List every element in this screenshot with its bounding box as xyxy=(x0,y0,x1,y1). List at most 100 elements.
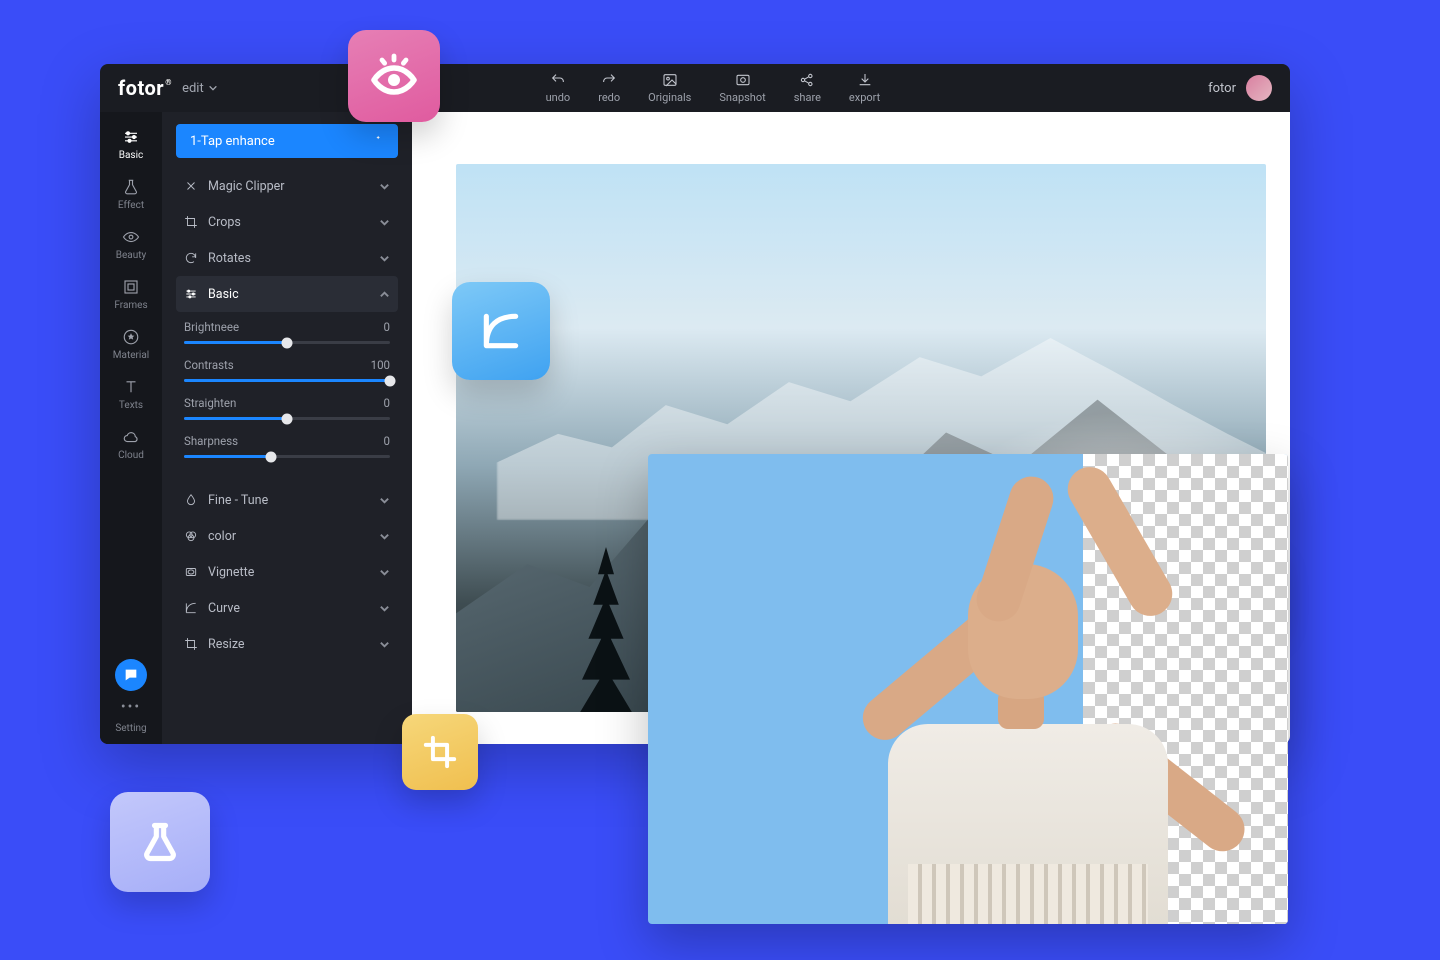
foreground-composite-card xyxy=(648,454,1288,924)
section-crops[interactable]: Crops xyxy=(176,204,398,240)
float-preview-card xyxy=(348,30,440,122)
sliders-icon xyxy=(122,128,140,146)
magic-wand-icon xyxy=(370,134,384,148)
slider-sharpness[interactable]: Sharpness 0 xyxy=(184,434,390,458)
snapshot-button[interactable]: Snapshot xyxy=(719,72,765,104)
section-curve[interactable]: Curve xyxy=(176,590,398,626)
chevron-down-icon xyxy=(379,253,390,264)
slider-value: 0 xyxy=(384,396,390,410)
slider-contrasts[interactable]: Contrasts 100 xyxy=(184,358,390,382)
chevron-down-icon xyxy=(379,217,390,228)
undo-label: undo xyxy=(546,91,571,104)
rail-material[interactable]: Material xyxy=(100,320,162,368)
camera-icon xyxy=(735,72,751,88)
slider-value: 100 xyxy=(371,358,390,372)
app-logo: fotor® xyxy=(118,76,164,100)
chevron-down-icon xyxy=(379,567,390,578)
frame-icon xyxy=(122,278,140,296)
rail-frames[interactable]: Frames xyxy=(100,270,162,318)
basic-sliders: Brightneee 0 Contrasts 100 xyxy=(176,312,398,482)
curve-icon xyxy=(479,309,523,353)
rail-beauty[interactable]: Beauty xyxy=(100,220,162,268)
redo-icon xyxy=(601,72,617,88)
section-label: Crops xyxy=(208,215,241,230)
export-label: export xyxy=(849,91,880,104)
crop-icon xyxy=(423,735,457,769)
export-button[interactable]: export xyxy=(849,72,880,104)
section-rotates[interactable]: Rotates xyxy=(176,240,398,276)
section-label: Magic Clipper xyxy=(208,179,285,194)
section-label: Basic xyxy=(208,287,239,302)
chevron-down-icon xyxy=(379,531,390,542)
section-color[interactable]: color xyxy=(176,518,398,554)
section-resize[interactable]: Resize xyxy=(176,626,398,662)
section-fine-tune[interactable]: Fine - Tune xyxy=(176,482,398,518)
edit-menu-label: edit xyxy=(182,81,204,96)
section-magic-clipper[interactable]: Magic Clipper xyxy=(176,168,398,204)
rail-bottom: ••• Setting xyxy=(100,659,162,734)
slider-value: 0 xyxy=(384,434,390,448)
rail-effect[interactable]: Effect xyxy=(100,170,162,218)
float-flask-card xyxy=(110,792,210,892)
slider-brightness[interactable]: Brightneee 0 xyxy=(184,320,390,344)
chat-icon xyxy=(123,667,139,683)
originals-button[interactable]: Originals xyxy=(648,72,691,104)
avatar xyxy=(1246,75,1272,101)
cloud-icon xyxy=(122,428,140,446)
section-label: Vignette xyxy=(208,565,254,580)
edit-panel: 1-Tap enhance Magic Clipper Crops Rotate… xyxy=(162,112,412,744)
color-icon xyxy=(184,529,198,543)
undo-icon xyxy=(550,72,566,88)
section-basic[interactable]: Basic xyxy=(176,276,398,312)
originals-label: Originals xyxy=(648,91,691,104)
section-label: Curve xyxy=(208,601,240,616)
float-crop-card xyxy=(402,714,478,790)
scissors-icon xyxy=(184,179,198,193)
user-label: fotor xyxy=(1208,81,1236,96)
one-tap-enhance-button[interactable]: 1-Tap enhance xyxy=(176,124,398,158)
enhance-label: 1-Tap enhance xyxy=(190,134,275,149)
redo-button[interactable]: redo xyxy=(598,72,620,104)
vignette-icon xyxy=(184,565,198,579)
flask-icon xyxy=(138,820,182,864)
slider-straighten[interactable]: Straighten 0 xyxy=(184,396,390,420)
slider-label: Straighten xyxy=(184,396,236,410)
text-icon xyxy=(122,378,140,396)
rail-basic[interactable]: Basic xyxy=(100,120,162,168)
rail-label: Cloud xyxy=(118,450,144,461)
rail-label: Basic xyxy=(119,150,144,161)
rail-setting[interactable]: Setting xyxy=(115,723,146,734)
slider-track[interactable] xyxy=(184,417,390,420)
share-icon xyxy=(799,72,815,88)
rail-texts[interactable]: Texts xyxy=(100,370,162,418)
star-circle-icon xyxy=(122,328,140,346)
rail-label: Effect xyxy=(118,200,144,211)
section-label: Resize xyxy=(208,637,245,652)
eye-icon xyxy=(122,228,140,246)
slider-track[interactable] xyxy=(184,379,390,382)
sliders-icon xyxy=(184,287,198,301)
section-label: color xyxy=(208,529,236,544)
rail-cloud[interactable]: Cloud xyxy=(100,420,162,468)
section-vignette[interactable]: Vignette xyxy=(176,554,398,590)
chevron-down-icon xyxy=(379,495,390,506)
topbar-user[interactable]: fotor xyxy=(1208,75,1272,101)
chevron-down-icon xyxy=(208,83,218,93)
section-label: Fine - Tune xyxy=(208,493,268,508)
crop-icon xyxy=(184,215,198,229)
image-icon xyxy=(662,72,678,88)
undo-button[interactable]: undo xyxy=(546,72,571,104)
share-label: share xyxy=(794,91,821,104)
slider-track[interactable] xyxy=(184,455,390,458)
support-chat-button[interactable] xyxy=(115,659,147,691)
flask-icon xyxy=(122,178,140,196)
side-rail: Basic Effect Beauty Frames Material Text… xyxy=(100,112,162,744)
chevron-up-icon xyxy=(379,289,390,300)
edit-menu[interactable]: edit xyxy=(182,81,218,96)
droplet-icon xyxy=(184,493,198,507)
rail-label: Beauty xyxy=(116,250,147,261)
slider-track[interactable] xyxy=(184,341,390,344)
more-icon[interactable]: ••• xyxy=(121,699,141,715)
share-button[interactable]: share xyxy=(794,72,821,104)
download-icon xyxy=(857,72,873,88)
